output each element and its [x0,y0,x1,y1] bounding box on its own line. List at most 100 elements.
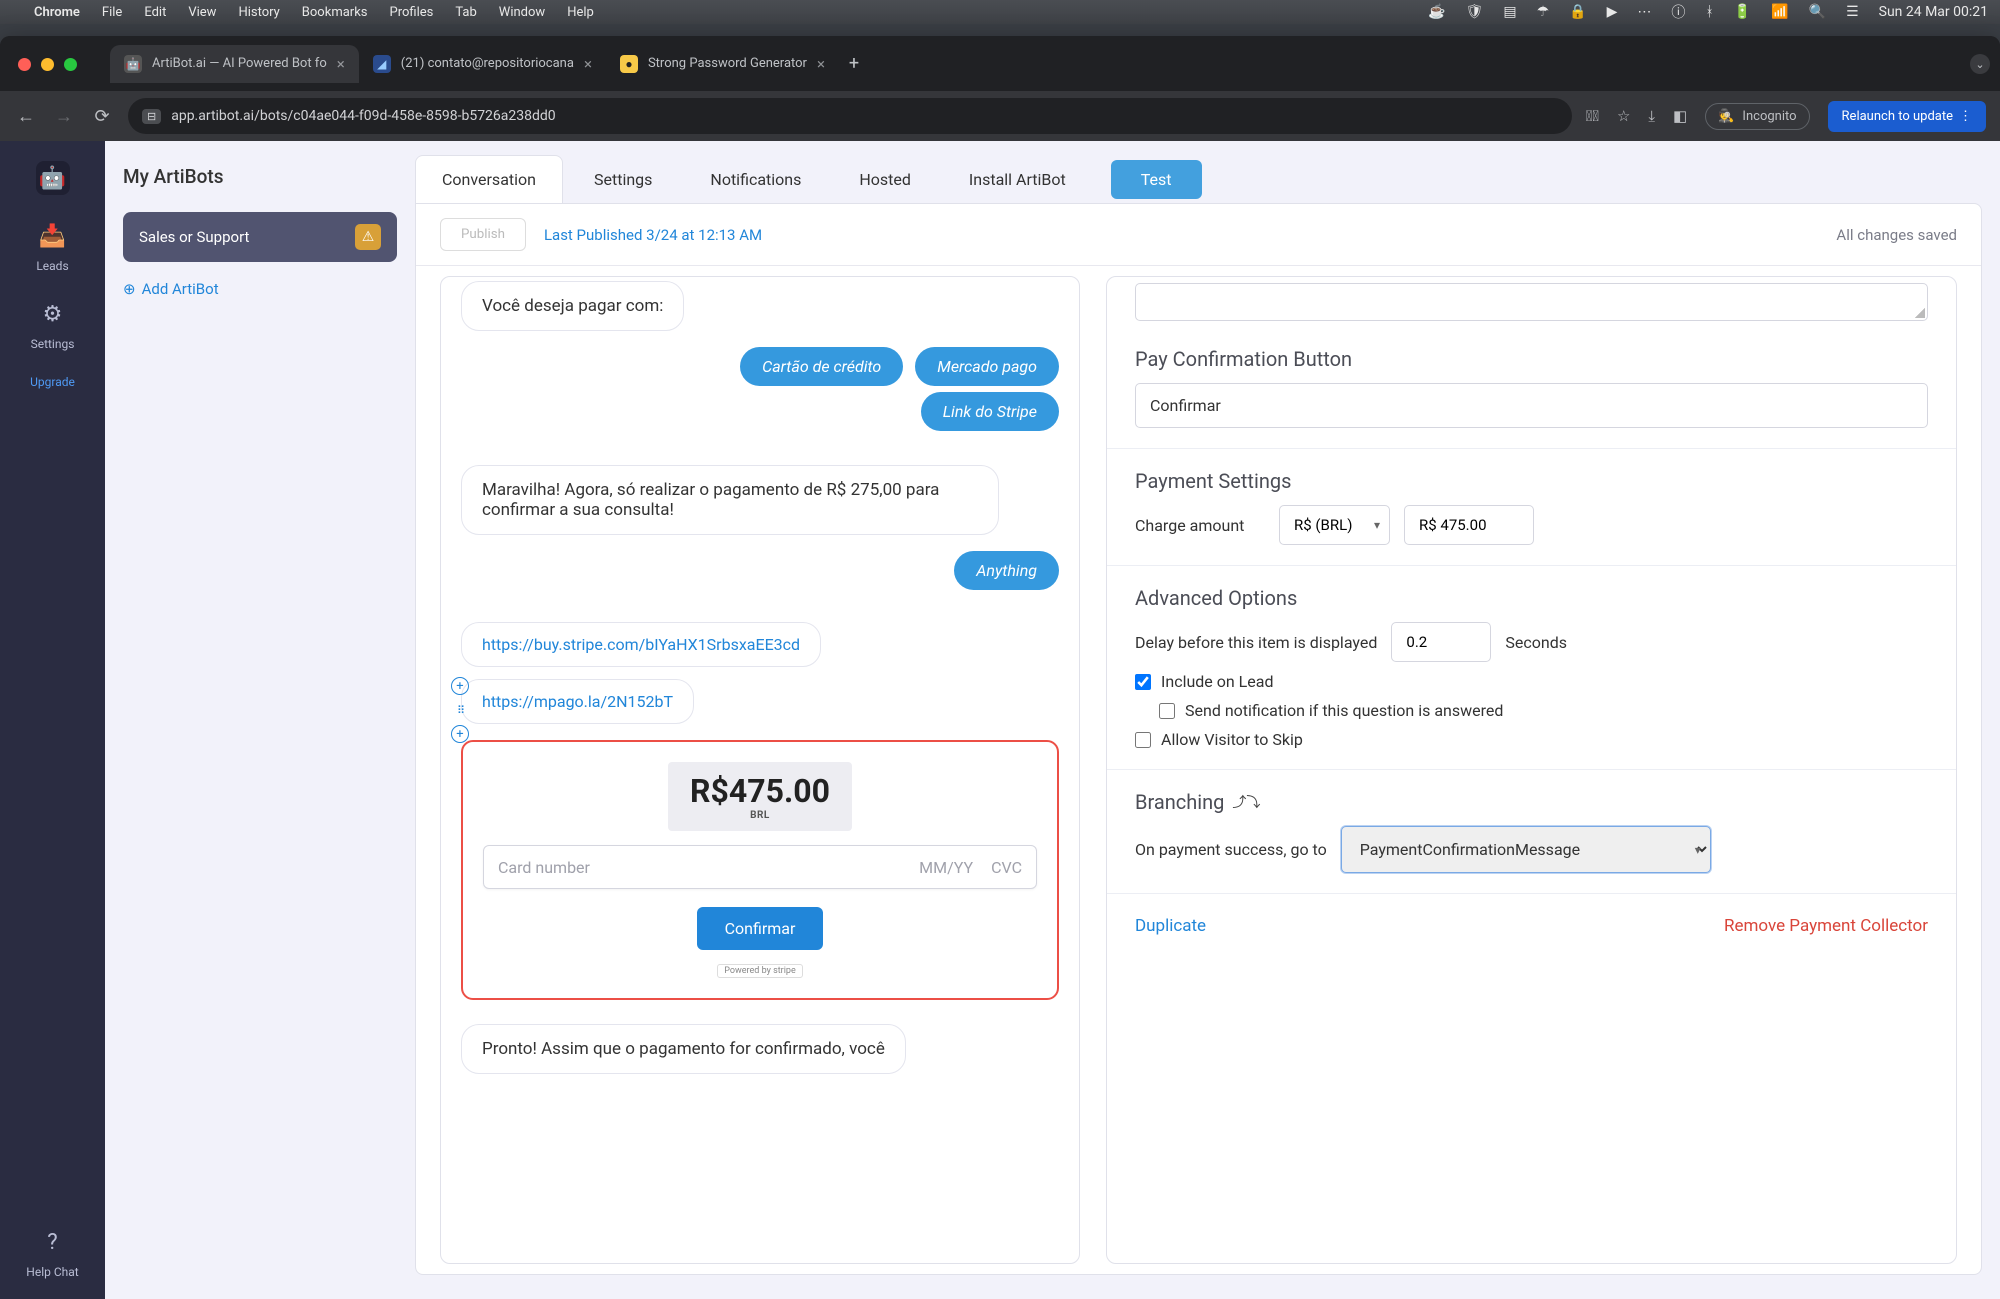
window-close-button[interactable] [18,58,31,71]
menu-tab[interactable]: Tab [455,5,476,20]
menu-history[interactable]: History [238,5,279,20]
back-button[interactable]: ← [14,106,38,127]
new-tab-button[interactable]: + [839,53,869,74]
rail-help[interactable]: ? Help Chat [26,1225,78,1279]
send-notification-checkbox[interactable]: Send notification if this question is an… [1159,701,1928,720]
rail-bots[interactable]: 🤖 [36,161,70,195]
site-info-icon[interactable]: ⊟ [142,109,161,124]
tab-close-icon[interactable]: × [817,55,825,73]
relaunch-button[interactable]: Relaunch to update ⋮ [1828,101,1986,132]
incognito-chip[interactable]: 🕵 Incognito [1705,103,1809,130]
menu-window[interactable]: Window [499,5,545,20]
plus-circle-icon: ⊕ [123,280,136,298]
menubar-app-name[interactable]: Chrome [34,5,80,20]
bot-message[interactable]: Você deseja pagar com: [461,281,684,331]
downloads-icon[interactable]: ⤓ [1648,107,1655,125]
menu-view[interactable]: View [188,5,216,20]
bot-message[interactable]: Pronto! Assim que o pagamento for confir… [461,1024,906,1074]
bluetooth-icon[interactable]: ᚼ [1705,4,1713,20]
link-message[interactable]: https://buy.stripe.com/bIYaHX1SrbsxaEE3c… [461,622,821,667]
delay-input[interactable] [1391,622,1491,662]
tab-close-icon[interactable]: × [337,55,345,73]
menu-profiles[interactable]: Profiles [390,5,434,20]
wifi-icon[interactable]: 📶 [1771,4,1788,20]
bot-list-item[interactable]: Sales or Support ⚠ [123,212,397,262]
rail-settings[interactable]: ⚙ Settings [31,297,75,351]
test-button[interactable]: Test [1111,160,1202,199]
checkbox-input[interactable] [1135,732,1151,748]
window-minimize-button[interactable] [41,58,54,71]
confirm-payment-button[interactable]: Confirmar [697,907,824,950]
status-icon[interactable]: ☕ [1428,4,1445,20]
menu-edit[interactable]: Edit [144,5,166,20]
rail-leads[interactable]: 📥 Leads [36,219,70,273]
browser-tab[interactable]: ● Strong Password Generator × [606,45,839,83]
rail-upgrade[interactable]: Upgrade [30,375,75,389]
relaunch-label: Relaunch to update [1842,109,1953,124]
include-on-lead-checkbox[interactable]: Include on Lead [1135,672,1928,691]
bot-message[interactable]: Maravilha! Agora, só realizar o pagament… [461,465,999,535]
gear-icon: ⚙ [35,297,69,331]
main-tabbar: Conversation Settings Notifications Host… [415,155,1982,203]
reply-chip[interactable]: Cartão de crédito [740,347,903,386]
tab-hosted[interactable]: Hosted [832,155,938,203]
tab-close-icon[interactable]: × [584,55,592,73]
checkbox-label: Include on Lead [1161,672,1274,691]
tab-notifications[interactable]: Notifications [683,155,828,203]
remove-button[interactable]: Remove Payment Collector [1724,916,1928,936]
pay-confirm-input[interactable] [1135,383,1928,428]
checkbox-input[interactable] [1135,674,1151,690]
battery-icon[interactable]: 🔋 [1734,4,1751,20]
reply-chip[interactable]: Link do Stripe [921,392,1059,431]
insert-above-button[interactable]: + [451,677,469,695]
tab-conversation[interactable]: Conversation [415,155,563,203]
reload-button[interactable]: ⟳ [90,106,114,127]
menu-bookmarks[interactable]: Bookmarks [302,5,368,20]
card-input-row[interactable]: Card number MM/YY CVC [483,845,1037,889]
browser-tab[interactable]: 🤖 ArtiBot.ai — AI Powered Bot fo × [110,45,359,83]
tab-install[interactable]: Install ArtiBot [942,155,1093,203]
amount-input[interactable] [1404,505,1534,545]
tab-settings[interactable]: Settings [567,155,679,203]
spotlight-icon[interactable]: 🔍 [1809,4,1826,20]
reply-chip[interactable]: Mercado pago [915,347,1059,386]
status-icon[interactable]: ▶ [1607,4,1618,20]
bot-name: Sales or Support [139,228,249,246]
tracking-icon[interactable]: 👁̸ [1586,107,1599,125]
address-bar[interactable]: ⊟ app.artibot.ai/bots/c04ae044-f09d-458e… [128,98,1572,134]
status-icon[interactable]: ☂ [1537,4,1550,20]
sidepanel-icon[interactable]: ◧ [1673,107,1687,125]
control-center-icon[interactable]: ☰ [1846,4,1859,20]
status-icon[interactable]: ⓘ [1671,2,1685,22]
bookmark-icon[interactable]: ☆ [1617,107,1630,125]
status-icon[interactable]: ▤ [1503,4,1516,20]
forward-button[interactable]: → [52,106,76,127]
drag-handle-icon[interactable]: ⠿ [451,701,469,719]
allow-skip-checkbox[interactable]: Allow Visitor to Skip [1135,730,1928,749]
on-success-label: On payment success, go to [1135,840,1327,859]
window-zoom-button[interactable] [64,58,77,71]
branch-target-select[interactable]: PaymentConfirmationMessage [1341,826,1711,873]
macos-menubar: Chrome File Edit View History Bookmarks … [0,0,2000,24]
message-textarea[interactable] [1135,283,1928,321]
checkbox-input[interactable] [1159,703,1175,719]
menu-file[interactable]: File [102,5,122,20]
block-settings-pane: Pay Confirmation Button Payment Settings… [1106,276,1957,1264]
delay-label: Delay before this item is displayed [1135,633,1377,652]
menu-help[interactable]: Help [567,5,594,20]
payment-collector-block[interactable]: R$475.00 BRL Card number MM/YY CVC [461,740,1059,1000]
publish-button[interactable]: Publish [440,218,526,251]
menubar-clock[interactable]: Sun 24 Mar 00:21 [1879,4,1988,20]
status-icon[interactable]: ⋯ [1637,4,1651,20]
currency-select[interactable]: R$ (BRL) [1279,505,1390,545]
status-icon[interactable]: 🛡 [1466,4,1484,20]
add-bot-button[interactable]: ⊕ Add ArtiBot [123,280,397,298]
reply-chip[interactable]: Anything [954,551,1059,590]
status-icon[interactable]: 🔒 [1569,4,1586,20]
rail-label: Leads [36,259,68,273]
duplicate-button[interactable]: Duplicate [1135,916,1206,936]
browser-tab[interactable]: ◢ (21) contato@repositoriocana × [359,45,606,83]
link-message[interactable]: https://mpago.la/2N152bT [461,679,694,724]
tab-overflow-button[interactable]: ⌄ [1970,54,1990,74]
insert-below-button[interactable]: + [451,725,469,743]
